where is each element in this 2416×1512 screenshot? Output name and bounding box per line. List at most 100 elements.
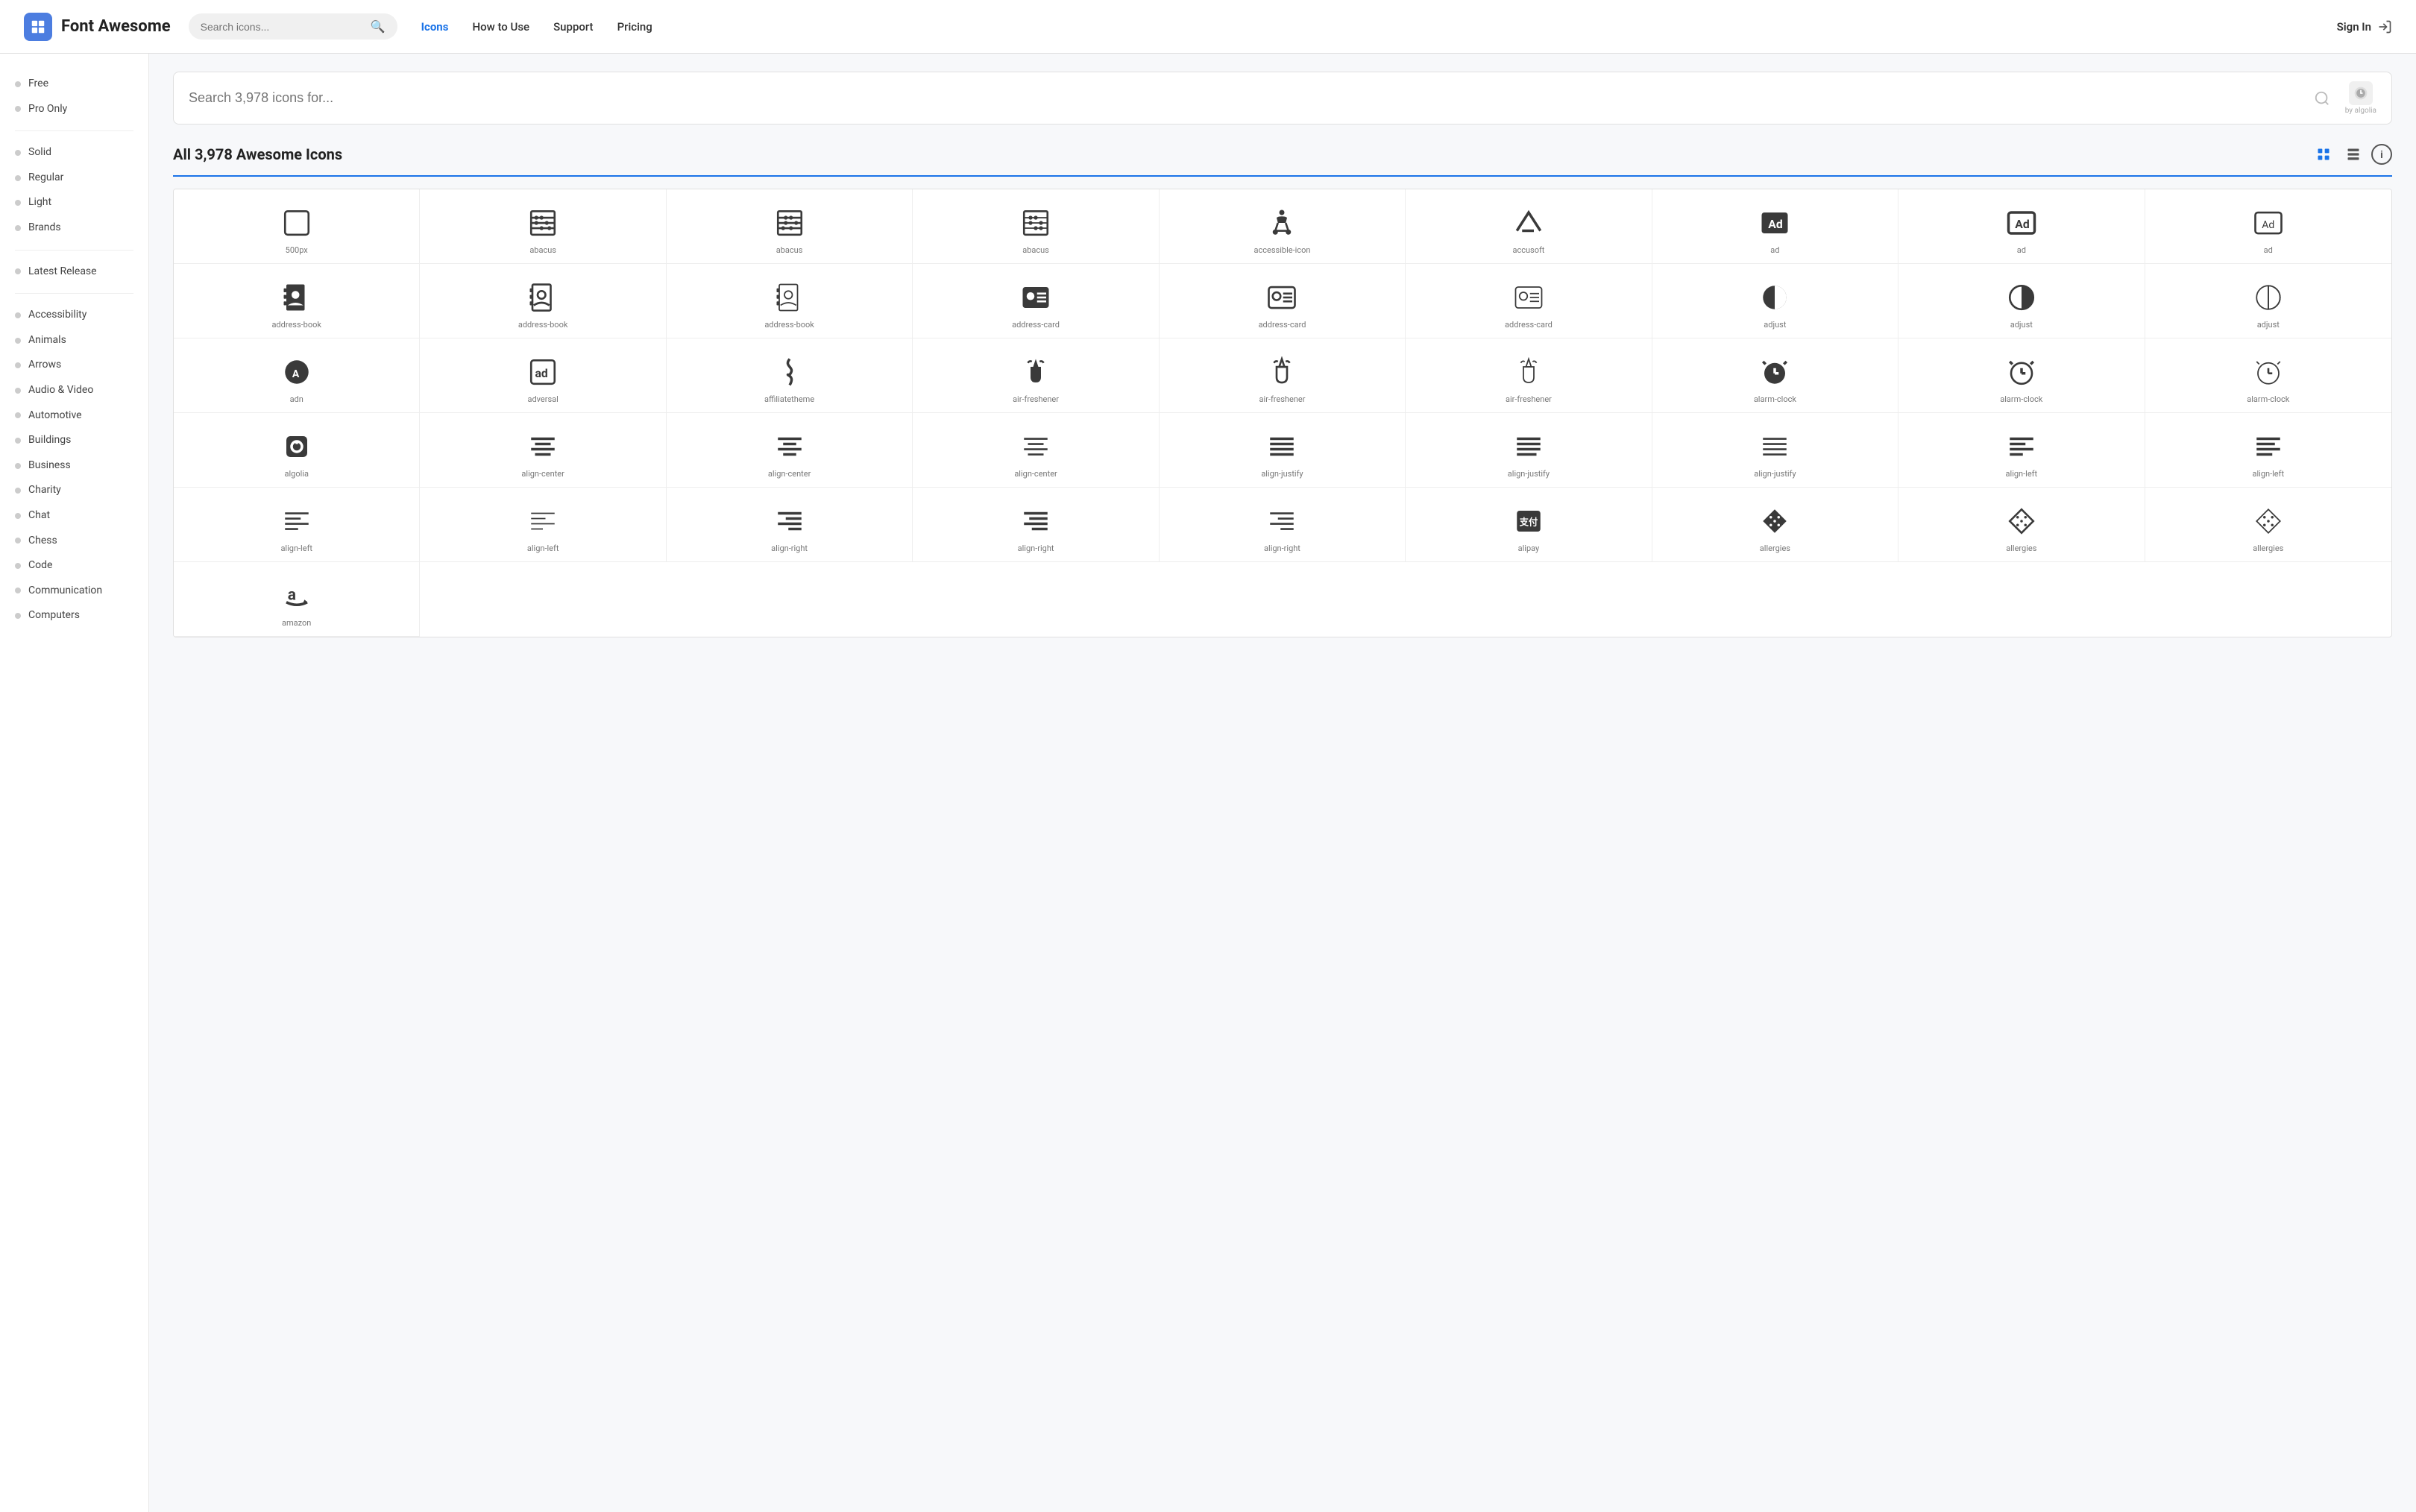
icon-label: align-left xyxy=(1904,469,2138,479)
sidebar-item-solid[interactable]: Solid xyxy=(0,140,148,166)
algolia-label: by algolia xyxy=(2345,107,2376,115)
icon-cell[interactable]: adjust xyxy=(1652,264,1898,338)
icon-cell[interactable]: air-freshener xyxy=(1406,338,1652,413)
sidebar-item-chess[interactable]: Chess xyxy=(0,529,148,554)
icon-cell[interactable]: address-book xyxy=(667,264,913,338)
nav-how-to-use[interactable]: How to Use xyxy=(472,20,529,34)
header-search-input[interactable] xyxy=(201,21,365,33)
icon-cell[interactable]: address-card xyxy=(1406,264,1652,338)
sidebar-item-brands[interactable]: Brands xyxy=(0,215,148,241)
icon-image xyxy=(1020,281,1051,314)
icon-label: allergies xyxy=(1658,544,1892,554)
icon-cell[interactable]: address-book xyxy=(174,264,420,338)
icon-image xyxy=(2253,281,2284,314)
icon-cell[interactable]: Aadn xyxy=(174,338,420,413)
signin-icon xyxy=(2377,19,2392,34)
header-search[interactable]: 🔍 xyxy=(189,13,397,40)
icon-cell[interactable]: 500px xyxy=(174,189,420,264)
sidebar-item-audio-video[interactable]: Audio & Video xyxy=(0,378,148,403)
nav-support[interactable]: Support xyxy=(553,20,593,34)
svg-text:Ad: Ad xyxy=(2015,217,2029,231)
icon-cell[interactable]: 支付alipay xyxy=(1406,488,1652,562)
sidebar-dot xyxy=(15,268,21,274)
icon-cell[interactable]: align-justify xyxy=(1652,413,1898,488)
nav-icons[interactable]: Icons xyxy=(421,20,449,34)
sidebar-item-code[interactable]: Code xyxy=(0,553,148,579)
icon-label: air-freshener xyxy=(1412,394,1645,405)
icon-cell[interactable]: align-center xyxy=(420,413,666,488)
info-button[interactable]: i xyxy=(2371,144,2392,165)
sidebar-item-computers[interactable]: Computers xyxy=(0,603,148,629)
main-search-input[interactable] xyxy=(189,90,2305,106)
icon-cell[interactable]: align-left xyxy=(174,488,420,562)
icon-cell[interactable]: address-card xyxy=(1160,264,1406,338)
icon-cell[interactable]: air-freshener xyxy=(1160,338,1406,413)
sidebar-dot xyxy=(15,200,21,206)
icon-cell[interactable]: alarm-clock xyxy=(1898,338,2145,413)
sidebar-item-arrows[interactable]: Arrows xyxy=(0,353,148,378)
icon-cell[interactable]: align-center xyxy=(913,413,1159,488)
logo-text: Font Awesome xyxy=(61,17,171,36)
sidebar-item-light[interactable]: Light xyxy=(0,190,148,215)
main-search-bar[interactable]: by algolia xyxy=(173,72,2392,125)
icon-cell[interactable]: Adad xyxy=(1652,189,1898,264)
sidebar-categories: Accessibility Animals Arrows Audio & Vid… xyxy=(0,303,148,629)
icon-cell[interactable]: accusoft xyxy=(1406,189,1652,264)
icon-label: allergies xyxy=(1904,544,2138,554)
sidebar-item-accessibility[interactable]: Accessibility xyxy=(0,303,148,328)
algolia-icon xyxy=(2349,81,2373,105)
sidebar-item-buildings[interactable]: Buildings xyxy=(0,428,148,453)
icon-cell[interactable]: allergies xyxy=(2145,488,2391,562)
icon-label: address-card xyxy=(1412,320,1645,330)
icon-cell[interactable]: algolia xyxy=(174,413,420,488)
icon-cell[interactable]: allergies xyxy=(1652,488,1898,562)
icon-cell[interactable]: allergies xyxy=(1898,488,2145,562)
icon-cell[interactable]: abacus xyxy=(913,189,1159,264)
icon-cell[interactable]: Adad xyxy=(2145,189,2391,264)
icon-cell[interactable]: air-freshener xyxy=(913,338,1159,413)
icon-cell[interactable]: align-left xyxy=(420,488,666,562)
icon-cell[interactable]: align-right xyxy=(667,488,913,562)
icon-image xyxy=(1266,430,1297,463)
sidebar-item-automotive[interactable]: Automotive xyxy=(0,403,148,429)
icon-cell[interactable]: adjust xyxy=(2145,264,2391,338)
icon-cell[interactable]: adjust xyxy=(1898,264,2145,338)
icon-cell[interactable]: abacus xyxy=(667,189,913,264)
sidebar-item-business[interactable]: Business xyxy=(0,453,148,479)
sidebar-item-free[interactable]: Free xyxy=(0,72,148,97)
sidebar-item-regular[interactable]: Regular xyxy=(0,166,148,191)
icon-cell[interactable]: align-center xyxy=(667,413,913,488)
icon-cell[interactable]: align-left xyxy=(1898,413,2145,488)
icon-cell[interactable]: alarm-clock xyxy=(2145,338,2391,413)
sidebar-item-communication[interactable]: Communication xyxy=(0,579,148,604)
icon-cell[interactable]: align-right xyxy=(913,488,1159,562)
sidebar-dot xyxy=(15,388,21,394)
sidebar-item-animals[interactable]: Animals xyxy=(0,328,148,353)
nav-pricing[interactable]: Pricing xyxy=(617,20,652,34)
icon-cell[interactable]: align-justify xyxy=(1406,413,1652,488)
grid-view-button[interactable] xyxy=(2312,142,2335,166)
icon-cell[interactable]: Adad xyxy=(1898,189,2145,264)
sidebar-item-charity[interactable]: Charity xyxy=(0,478,148,503)
sidebar-item-pro-only[interactable]: Pro Only xyxy=(0,97,148,122)
signin-button[interactable]: Sign In xyxy=(2337,19,2392,34)
icon-cell[interactable]: address-book xyxy=(420,264,666,338)
icon-cell[interactable]: accessible-icon xyxy=(1160,189,1406,264)
icon-cell[interactable]: affiliatetheme xyxy=(667,338,913,413)
icon-cell[interactable]: abacus xyxy=(420,189,666,264)
icon-cell[interactable]: aamazon xyxy=(174,562,420,637)
icon-cell[interactable]: adadversal xyxy=(420,338,666,413)
icon-cell[interactable]: align-left xyxy=(2145,413,2391,488)
logo[interactable]: Font Awesome xyxy=(24,13,171,41)
list-view-button[interactable] xyxy=(2341,142,2365,166)
icon-cell[interactable]: align-justify xyxy=(1160,413,1406,488)
icon-image: Ad xyxy=(2006,207,2037,239)
sidebar-dot xyxy=(15,588,21,593)
sidebar-item-chat[interactable]: Chat xyxy=(0,503,148,529)
icon-label: align-right xyxy=(1165,544,1399,554)
icon-cell[interactable]: address-card xyxy=(913,264,1159,338)
sidebar-item-latest-release[interactable]: Latest Release xyxy=(0,259,148,285)
icon-cell[interactable]: alarm-clock xyxy=(1652,338,1898,413)
sidebar-divider xyxy=(15,250,133,251)
icon-cell[interactable]: align-right xyxy=(1160,488,1406,562)
